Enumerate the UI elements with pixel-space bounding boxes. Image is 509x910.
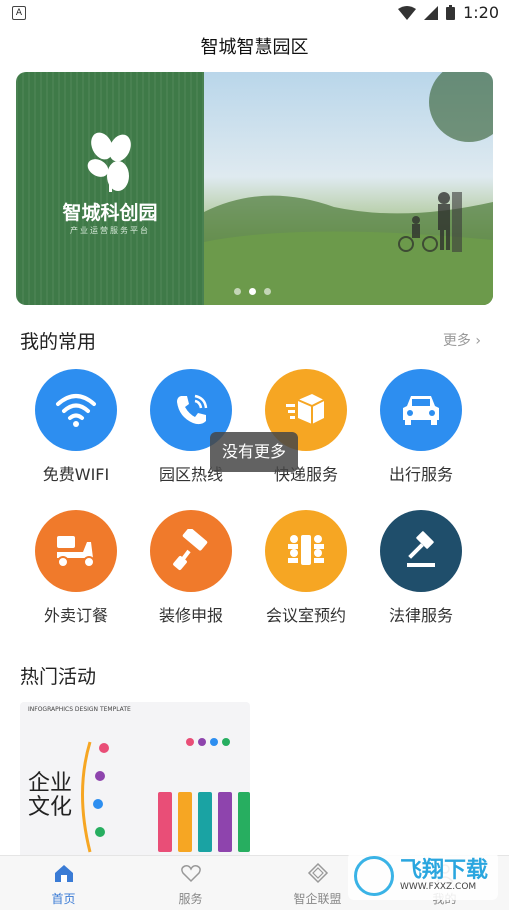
watermark-text-group: 飞翔下载 WWW.FXXZ.COM: [400, 858, 489, 893]
scooter-icon: [35, 510, 117, 592]
banner-photo: [204, 72, 493, 305]
grid-label: 装修申报: [158, 606, 223, 625]
watermark-logo: 飞翔下载 WWW.FXXZ.COM: [348, 852, 498, 900]
more-label: 更多: [442, 333, 471, 349]
grid-label: 免费WIFI: [42, 465, 110, 484]
heart-icon: [180, 865, 201, 883]
event-card[interactable]: INFOGRAPHICS DESIGN TEMPLATE 企业文化: [20, 702, 250, 862]
grid-item-takeout[interactable]: 外卖订餐: [21, 510, 131, 626]
home-icon: [54, 865, 73, 882]
grid-item-legal[interactable]: 法律服务: [366, 510, 476, 626]
brand-logo-icon: [16, 130, 204, 200]
page-title: 智城智慧园区: [200, 37, 309, 58]
carousel-dot-active[interactable]: [249, 288, 256, 295]
battery-icon: [446, 5, 456, 20]
watermark-text: 飞翔下载: [400, 858, 489, 883]
grid-label: 外卖订餐: [43, 606, 108, 625]
tab-home[interactable]: 首页: [0, 856, 127, 910]
frequent-section-title: 我的常用: [20, 331, 97, 353]
hot-section-title: 热门活动: [20, 666, 97, 688]
tab-label: 首页: [51, 892, 76, 906]
diamond-icon: [307, 862, 328, 884]
grid-label: 会议室预约: [265, 606, 346, 625]
wifi-status-icon: [398, 5, 417, 20]
chevron-right-icon: ›: [475, 333, 481, 349]
car-icon: [380, 369, 462, 451]
meeting-icon: [265, 510, 347, 592]
tab-services[interactable]: 服务: [127, 856, 254, 910]
tab-label: 服务: [178, 892, 203, 906]
signal-icon: [424, 5, 439, 20]
event-card-header: INFOGRAPHICS DESIGN TEMPLATE: [28, 706, 131, 713]
brand-name: 智城科创园: [62, 202, 158, 224]
banner-brand-panel: 智城科创园 产业运营服务平台: [16, 72, 204, 305]
infographic-graphic: [81, 738, 250, 853]
gavel-icon: [380, 510, 462, 592]
status-time: 1:20: [463, 3, 499, 22]
grid-item-travel[interactable]: 出行服务: [366, 369, 476, 485]
watermark-url: WWW.FXXZ.COM: [400, 882, 477, 892]
notification-icon: A: [12, 6, 26, 20]
grid-label: 出行服务: [388, 465, 453, 484]
status-icons: 1:20: [398, 3, 499, 22]
brand-subtitle: 产业运营服务平台: [70, 226, 150, 235]
carousel-dot[interactable]: [264, 288, 271, 295]
carousel-dot[interactable]: [234, 288, 241, 295]
wifi-icon: [35, 369, 117, 451]
banner-carousel[interactable]: 智城科创园 产业运营服务平台: [16, 72, 493, 305]
grid-item-meeting[interactable]: 会议室预约: [251, 510, 361, 626]
grid-item-renovation[interactable]: 装修申报: [136, 510, 246, 626]
watermark-circle-icon: [354, 856, 394, 896]
more-link[interactable]: 更多 ›: [443, 330, 481, 350]
grid-label: 法律服务: [388, 606, 453, 625]
status-bar: A 1:20: [0, 0, 509, 28]
toast-message: 没有更多: [210, 432, 298, 472]
paint-roller-icon: [150, 510, 232, 592]
carousel-dots: [234, 288, 271, 295]
event-card-heading: 企业文化: [28, 771, 73, 820]
grid-item-wifi[interactable]: 免费WIFI: [21, 369, 131, 485]
